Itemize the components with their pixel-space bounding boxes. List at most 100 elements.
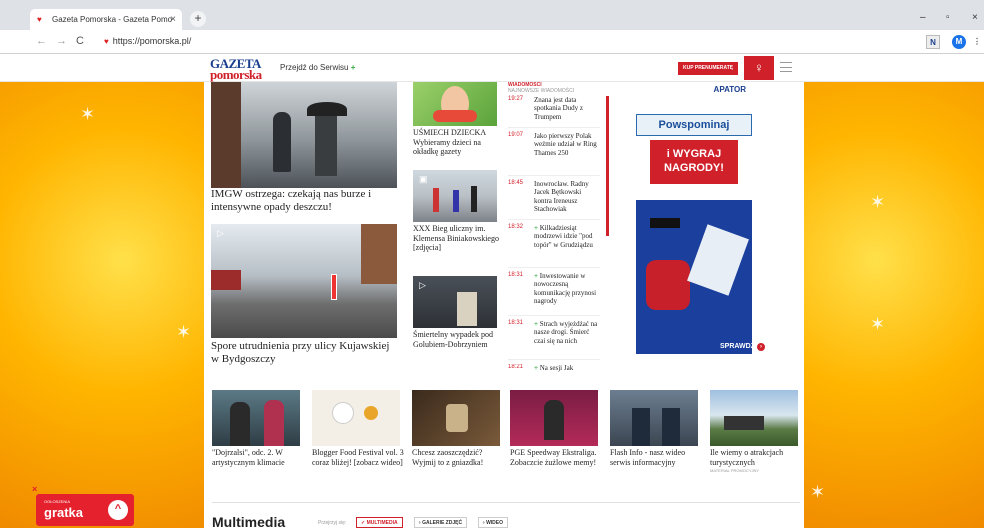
goto-service-link[interactable]: Przejdź do Serwisu + [280, 63, 355, 72]
play-icon: ▷ [419, 280, 426, 290]
address-favicon-icon: ♥ [104, 37, 109, 46]
thumbnail-image[interactable] [212, 390, 300, 446]
tab-bar: ♥ Gazeta Pomorska - Gazeta Pomo × + – ▫ … [0, 0, 984, 30]
article-image[interactable] [413, 82, 497, 126]
gratka-logo: gratka [44, 505, 84, 520]
news-time: 18:31 [508, 320, 524, 326]
news-item[interactable]: 18:32 + Kilkadziesiąt modrzewi idzie "po… [508, 224, 600, 268]
tab-photo-galleries[interactable]: › GALERIE ZDJĘĆ [414, 517, 468, 528]
article-image[interactable]: ▷ [211, 224, 397, 338]
site-header: GAZETA pomorska Przejdź do Serwisu + KUP… [0, 54, 984, 82]
article-caption[interactable]: Śmiertelny wypadek pod Golubiem-Dobrzyni… [413, 330, 503, 349]
thumbnail-image[interactable] [510, 390, 598, 446]
arrow-icon: › [756, 343, 765, 351]
news-item[interactable]: 18:31 + Strach wyjeżdżać na nasze drogi.… [508, 320, 600, 360]
extension-icon[interactable]: N [926, 35, 940, 49]
thumbnail-image[interactable] [312, 390, 400, 446]
ad-brand: APATOR [713, 85, 746, 94]
news-item[interactable]: 18:45 Inowrocław. Radny Jacek Bętkowski … [508, 180, 600, 220]
thumbnail-caption[interactable]: Flash Info - nasz wideo serwis informacy… [610, 448, 704, 468]
browser-toolbar: ← → C ♥ https://pomorska.pl/ N M ⋮ [0, 30, 984, 54]
article-image[interactable]: ▷ [211, 82, 397, 188]
news-time: 18:31 [508, 272, 524, 278]
gratka-small-label: OGŁOSZENIA [44, 499, 71, 504]
tab-multimedia[interactable]: ✓ MULTIMEDIA [356, 517, 403, 528]
subscribe-button[interactable]: KUP PRENUMERATĘ [678, 62, 739, 75]
news-text: Jako pierwszy Polak weźmie udział w Ring… [534, 132, 597, 157]
forward-button[interactable]: → [56, 36, 67, 47]
thumbnail-image[interactable] [610, 390, 698, 446]
gratka-widget[interactable]: OGŁOSZENIA gratka ^ [36, 494, 134, 526]
thumbnail-image[interactable] [710, 390, 798, 446]
news-item[interactable]: 18:31 + Inwestowanie w nowoczesną komuni… [508, 272, 600, 316]
news-text: + Na sesji Jak [534, 364, 574, 372]
article-image[interactable]: ▣ [413, 170, 497, 222]
ad-promo: i WYGRAJ NAGRODY! [650, 140, 738, 184]
ad-headline: Powspominaj [636, 114, 752, 136]
goto-label: Przejdź do Serwisu [280, 63, 349, 72]
article-caption[interactable]: Spore utrudnienia przy ulicy Kujawskiej … [211, 340, 397, 366]
close-window-button[interactable]: × [972, 12, 978, 23]
news-item[interactable]: 19:07 Jako pierwszy Polak weźmie udział … [508, 132, 600, 176]
tab-video[interactable]: › WIDEO [478, 517, 509, 528]
news-header-sub: NAJNOWSZE WIADOMOŚCI [508, 88, 575, 94]
news-text: + Strach wyjeżdżać na nasze drogi. Śmier… [534, 320, 598, 345]
news-time: 19:07 [508, 132, 524, 138]
close-icon[interactable]: × [32, 484, 37, 494]
news-header: WIADOMOŚCI NAJNOWSZE WIADOMOŚCI [508, 82, 574, 94]
thumbnail-caption[interactable]: Ile wiemy o atrakcjach turystycznych MATE… [710, 448, 800, 473]
news-time: 18:32 [508, 224, 524, 230]
browser-tab[interactable]: ♥ Gazeta Pomorska - Gazeta Pomo × [30, 9, 182, 30]
camera-icon: ▣ [419, 174, 428, 184]
new-tab-button[interactable]: + [190, 11, 206, 27]
site-logo[interactable]: GAZETA pomorska [210, 57, 262, 82]
news-time: 19:27 [508, 96, 524, 102]
news-text: + Inwestowanie w nowoczesną komunikację … [534, 272, 597, 306]
news-scrollbar[interactable] [606, 96, 609, 236]
news-text: Inowrocław. Radny Jacek Bętkowski kontra… [534, 180, 589, 214]
news-item[interactable]: 19:27 Znana jest data spotkania Dudy z T… [508, 96, 600, 128]
background-right: ✶ ✶ ✶ [804, 82, 984, 528]
user-icon[interactable]: ♀ [744, 56, 774, 80]
tab-close-icon[interactable]: × [170, 14, 176, 25]
thumbnail-caption[interactable]: Blogger Food Festival vol. 3 coraz bliże… [312, 448, 406, 468]
news-text: Znana jest data spotkania Dudy z Trumpem [534, 96, 583, 121]
sparkle-icon: ✶ [80, 104, 96, 124]
thumbnail-caption[interactable]: PGE Speedway Ekstraliga. Zobaczcie żużlo… [510, 448, 604, 468]
article-caption[interactable]: XXX Bieg uliczny im. Klemensa Biniakowsk… [413, 224, 503, 253]
minimize-button[interactable]: – [920, 12, 926, 23]
news-time: 18:21 [508, 364, 524, 370]
browser-chrome: ♥ Gazeta Pomorska - Gazeta Pomo × + – ▫ … [0, 0, 984, 54]
ad-cta-label: SPRAWDŹ [720, 343, 755, 350]
plus-icon: + [350, 63, 356, 72]
url-text: https://pomorska.pl/ [112, 36, 192, 46]
hamburger-menu-icon[interactable] [780, 62, 792, 72]
sparkle-icon: ✶ [870, 192, 886, 212]
article-image[interactable]: ▷ [413, 276, 497, 328]
reload-button[interactable]: C [76, 36, 84, 47]
ad-cta-button[interactable]: SPRAWDŹ › [720, 340, 790, 354]
background-left: ✶ ✶ [0, 82, 204, 528]
article-caption[interactable]: IMGW ostrzega: czekają nas burze i inten… [211, 188, 397, 214]
chevron-up-icon[interactable]: ^ [108, 500, 128, 520]
news-item[interactable]: 18:21 + Na sesji Jak [508, 364, 600, 372]
sparkle-icon: ✶ [810, 482, 826, 502]
ad-image: SPRAWDŹ › [636, 200, 765, 354]
logo-line2: pomorska [210, 67, 262, 82]
play-icon: ▷ [217, 228, 224, 238]
thumbnail-image[interactable] [412, 390, 500, 446]
browser-menu-icon[interactable]: ⋮ [970, 35, 984, 49]
news-time: 18:45 [508, 180, 524, 186]
news-text: + Kilkadziesiąt modrzewi idzie "pod topó… [534, 224, 593, 249]
maximize-button[interactable]: ▫ [946, 12, 950, 23]
advertisement[interactable]: APATOR Powspominaj i WYGRAJ NAGRODY! SPR… [632, 82, 765, 358]
address-bar[interactable]: ♥ https://pomorska.pl/ [104, 36, 191, 46]
sparkle-icon: ✶ [870, 314, 886, 334]
article-caption[interactable]: UŚMIECH DZIECKA Wybieramy dzieci na okła… [413, 128, 503, 157]
thumbnail-caption[interactable]: "Dojrzalsi", odc. 2. W artystycznym klim… [212, 448, 306, 468]
tab-title: Gazeta Pomorska - Gazeta Pomo [52, 15, 173, 24]
sparkle-icon: ✶ [176, 322, 192, 342]
thumbnail-caption[interactable]: Chcesz zaoszczędzić? Wyjmij to z gniazdk… [412, 448, 506, 468]
back-button[interactable]: ← [36, 36, 47, 47]
profile-avatar[interactable]: M [952, 35, 966, 49]
